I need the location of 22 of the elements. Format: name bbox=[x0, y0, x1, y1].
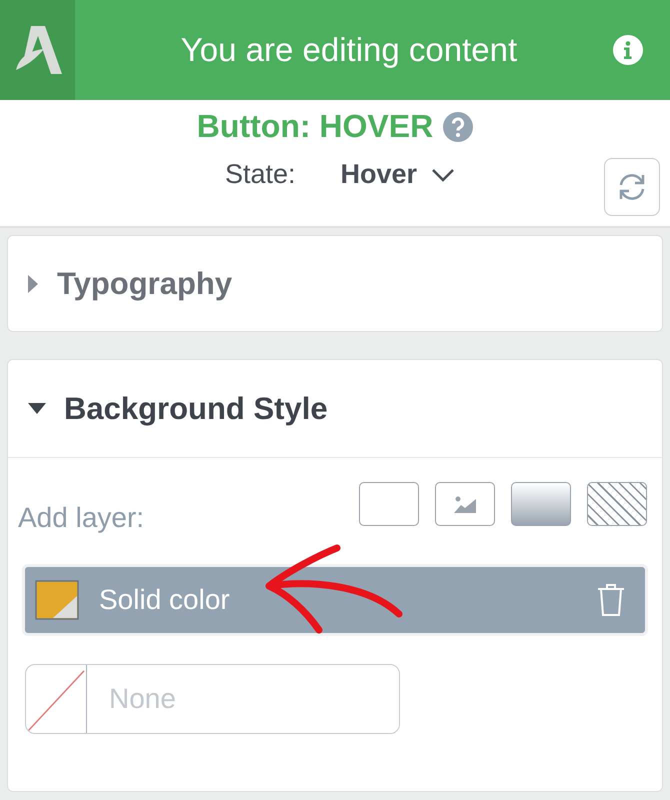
trash-icon[interactable] bbox=[597, 583, 625, 617]
color-swatch-icon bbox=[35, 580, 79, 620]
add-layer-label: Add layer: bbox=[18, 502, 144, 534]
caret-right-icon bbox=[28, 274, 39, 292]
element-title: Button: HOVER bbox=[196, 108, 434, 145]
section-header[interactable]: Background Style bbox=[8, 360, 662, 458]
state-dropdown[interactable]: Hover bbox=[340, 159, 456, 190]
refresh-icon bbox=[617, 173, 647, 201]
refresh-button[interactable] bbox=[604, 158, 660, 216]
gradient-layer-button[interactable] bbox=[511, 482, 571, 526]
pattern-layer-button[interactable] bbox=[587, 482, 647, 526]
image-layer-button[interactable] bbox=[435, 482, 495, 526]
info-icon[interactable] bbox=[613, 35, 643, 65]
help-icon[interactable] bbox=[443, 112, 474, 142]
caret-down-icon bbox=[28, 402, 46, 414]
header-title: You are editing content bbox=[180, 31, 518, 69]
state-label: State: bbox=[224, 159, 296, 190]
section-header[interactable]: Typography bbox=[8, 236, 662, 331]
image-icon bbox=[454, 495, 476, 513]
chevron-down-icon bbox=[431, 168, 456, 182]
color-input-field[interactable]: None bbox=[25, 664, 400, 734]
color-layer-button[interactable] bbox=[359, 482, 419, 526]
